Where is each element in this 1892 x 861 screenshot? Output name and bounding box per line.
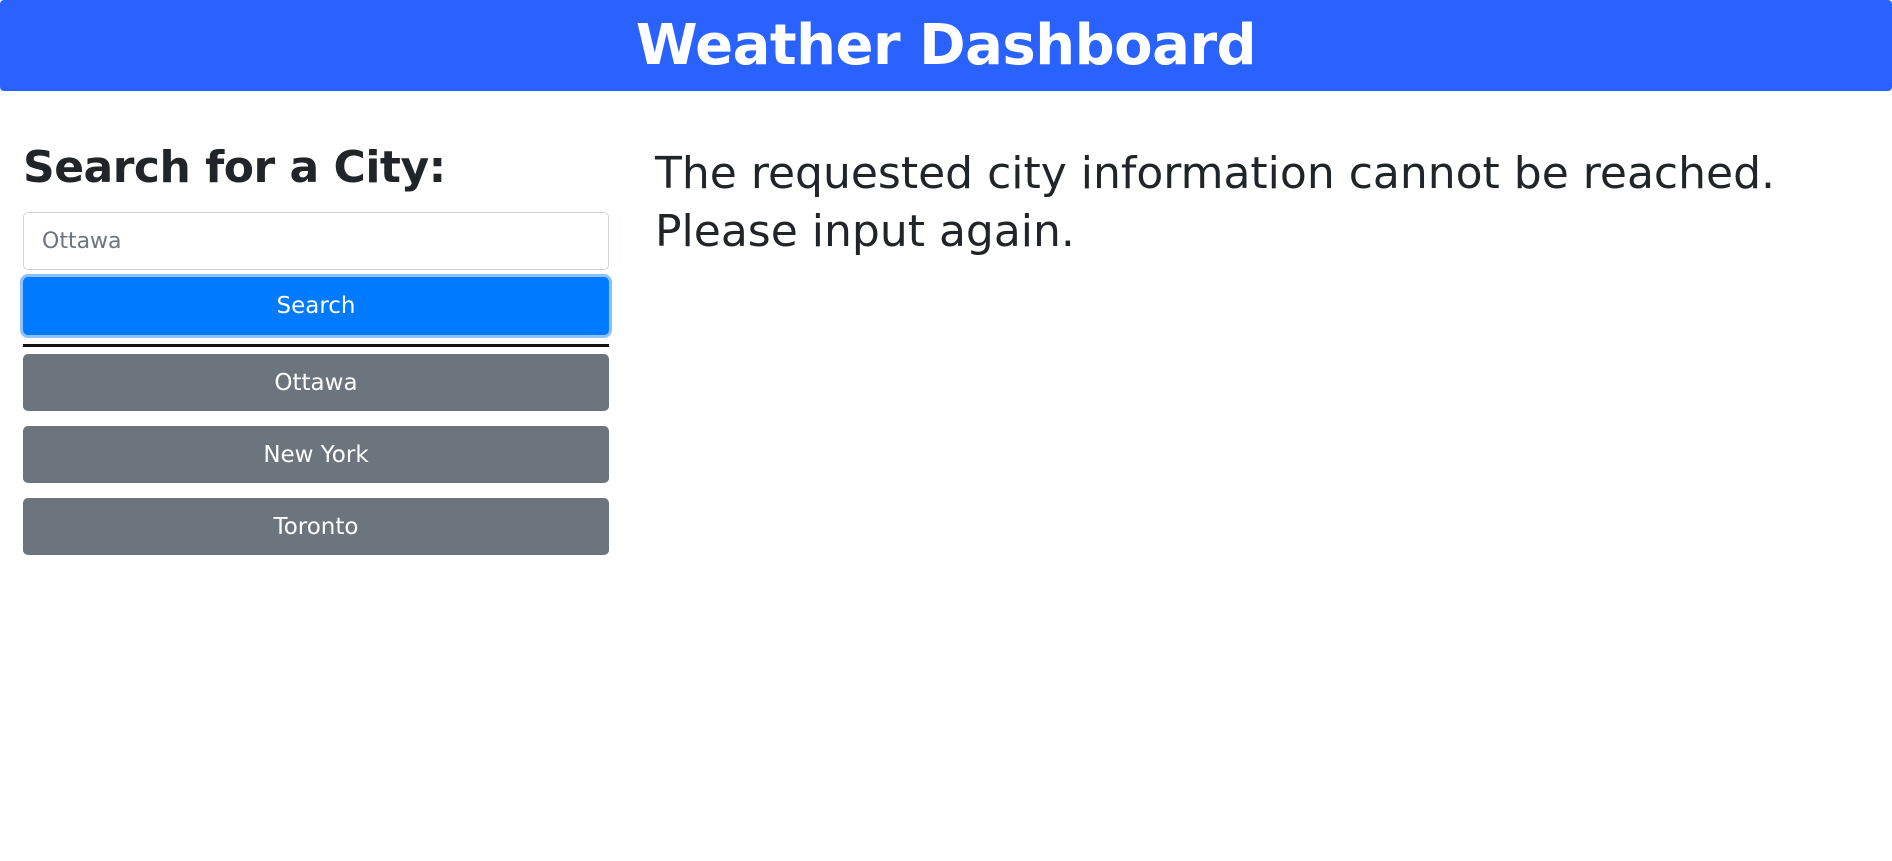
history-city-button[interactable]: Ottawa bbox=[23, 354, 609, 411]
search-heading: Search for a City: bbox=[23, 142, 446, 193]
city-search-input[interactable] bbox=[23, 212, 609, 270]
search-button[interactable]: Search bbox=[23, 277, 609, 335]
history-city-button[interactable]: Toronto bbox=[23, 498, 609, 555]
history-city-button[interactable]: New York bbox=[23, 426, 609, 483]
page-title: Weather Dashboard bbox=[635, 12, 1257, 78]
search-history-list: Ottawa New York Toronto bbox=[23, 354, 609, 555]
weather-content: The requested city information cannot be… bbox=[655, 145, 1855, 261]
error-message-line: Please input again. bbox=[655, 206, 1075, 257]
history-divider bbox=[23, 344, 609, 347]
search-sidebar: Search for a City: Search Ottawa New Yor… bbox=[23, 146, 609, 555]
main-layout: Search for a City: Search Ottawa New Yor… bbox=[0, 91, 1892, 861]
error-message: The requested city information cannot be… bbox=[655, 145, 1815, 261]
error-message-line: The requested city information cannot be… bbox=[655, 148, 1775, 199]
app-header: Weather Dashboard bbox=[0, 0, 1892, 91]
